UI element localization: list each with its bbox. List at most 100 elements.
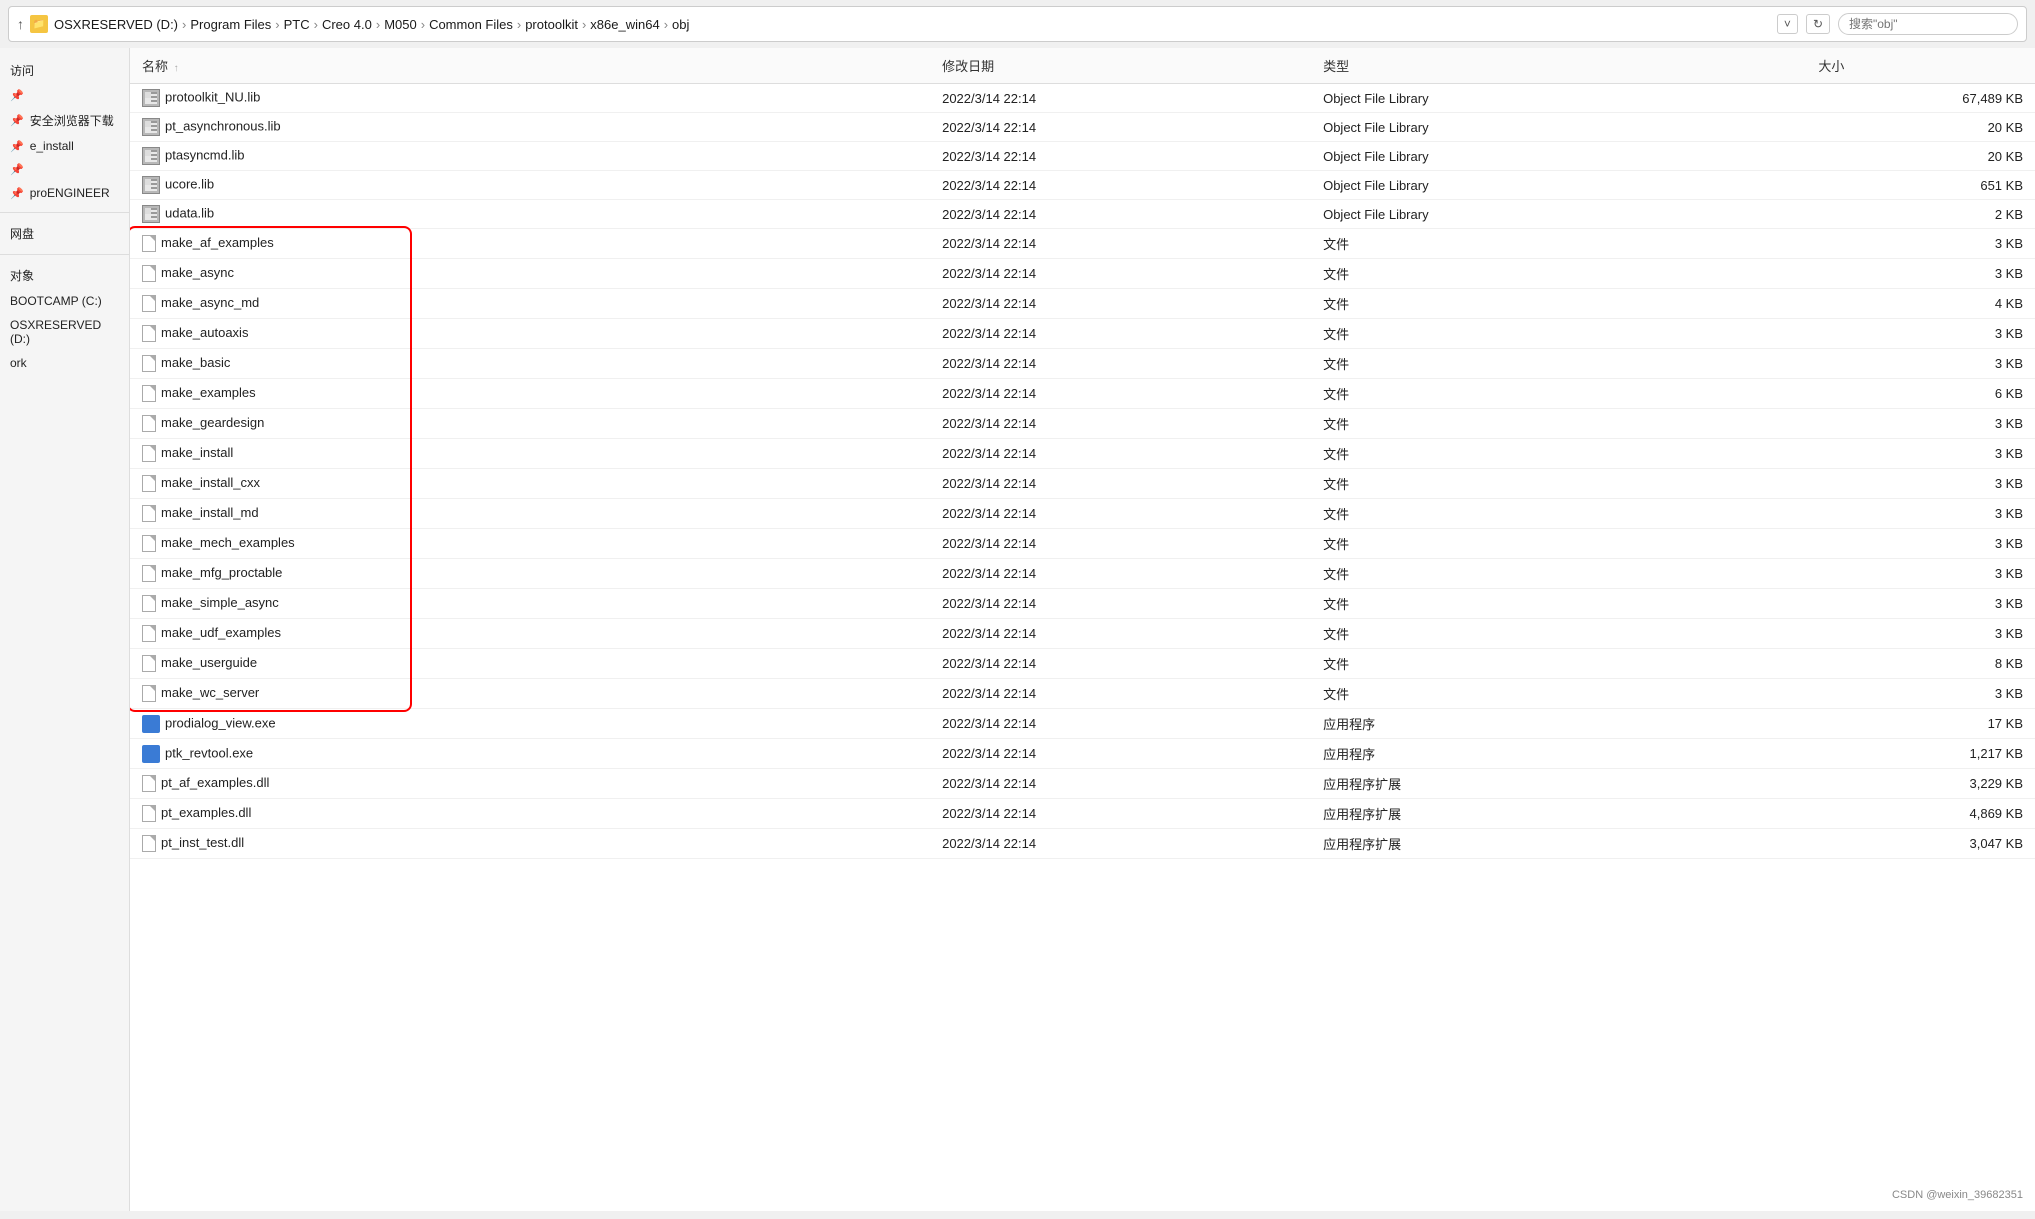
sidebar-item-pin2[interactable]: 📌 — [0, 159, 129, 180]
sidebar-item-object[interactable]: 对象 — [0, 263, 129, 288]
main-container: 访问 📌 📌 安全浏览器下载 📌 e_install 📌 📌 proENGINE… — [0, 48, 2035, 1211]
cell-type: 文件 — [1311, 409, 1806, 439]
table-row[interactable]: make_autoaxis2022/3/14 22:14文件3 KB — [130, 319, 2035, 349]
file-table: 名称 ↑ 修改日期 类型 大小 protoolkit_NU.lib2022/3/… — [130, 48, 2035, 859]
sidebar-item-access[interactable]: 访问 — [0, 58, 129, 83]
cell-date: 2022/3/14 22:14 — [930, 469, 1311, 499]
path-dropdown-button[interactable]: ˅ — [1777, 14, 1798, 34]
table-row[interactable]: make_install_cxx2022/3/14 22:14文件3 KB — [130, 469, 2035, 499]
table-row[interactable]: ptasyncmd.lib2022/3/14 22:14Object File … — [130, 142, 2035, 171]
cell-type: 文件 — [1311, 649, 1806, 679]
cell-type: 文件 — [1311, 379, 1806, 409]
filename-text: prodialog_view.exe — [165, 715, 276, 730]
filename-text: make_install_md — [161, 505, 259, 520]
table-row[interactable]: make_simple_async2022/3/14 22:14文件3 KB — [130, 589, 2035, 619]
address-bar: ↑ 📁 OSXRESERVED (D:) › Program Files › P… — [8, 6, 2027, 42]
sidebar-item-proengineer[interactable]: 📌 proENGINEER — [0, 182, 129, 204]
breadcrumb-ptc[interactable]: PTC — [284, 17, 310, 32]
cell-date: 2022/3/14 22:14 — [930, 439, 1311, 469]
cell-type: 文件 — [1311, 319, 1806, 349]
table-row[interactable]: pt_asynchronous.lib2022/3/14 22:14Object… — [130, 113, 2035, 142]
table-row[interactable]: ucore.lib2022/3/14 22:14Object File Libr… — [130, 171, 2035, 200]
refresh-button[interactable]: ↻ — [1806, 14, 1830, 34]
table-row[interactable]: make_mfg_proctable2022/3/14 22:14文件3 KB — [130, 559, 2035, 589]
filename-text: make_mfg_proctable — [161, 565, 282, 580]
table-row[interactable]: pt_af_examples.dll2022/3/14 22:14应用程序扩展3… — [130, 769, 2035, 799]
table-row[interactable]: make_wc_server2022/3/14 22:14文件3 KB — [130, 679, 2035, 709]
cell-size: 3 KB — [1806, 469, 2035, 499]
breadcrumb-common-files[interactable]: Common Files — [429, 17, 513, 32]
sidebar-separator — [0, 212, 129, 213]
col-header-date[interactable]: 修改日期 — [930, 48, 1311, 84]
lib-icon — [142, 176, 160, 194]
breadcrumb-x86e[interactable]: x86e_win64 — [590, 17, 659, 32]
cell-filename: make_mech_examples — [130, 529, 930, 559]
sidebar-label-proengineer: proENGINEER — [30, 186, 110, 200]
table-row[interactable]: make_geardesign2022/3/14 22:14文件3 KB — [130, 409, 2035, 439]
sidebar-item-osxreserved[interactable]: OSXRESERVED (D:) — [0, 314, 129, 350]
col-header-name[interactable]: 名称 ↑ — [130, 48, 930, 84]
pin-icon-5: 📌 — [10, 187, 24, 200]
table-row[interactable]: make_userguide2022/3/14 22:14文件8 KB — [130, 649, 2035, 679]
cell-date: 2022/3/14 22:14 — [930, 229, 1311, 259]
table-row[interactable]: make_install_md2022/3/14 22:14文件3 KB — [130, 499, 2035, 529]
cell-date: 2022/3/14 22:14 — [930, 739, 1311, 769]
sidebar-item-e-install[interactable]: 📌 e_install — [0, 135, 129, 157]
table-row[interactable]: make_mech_examples2022/3/14 22:14文件3 KB — [130, 529, 2035, 559]
table-row[interactable]: ptk_revtool.exe2022/3/14 22:14应用程序1,217 … — [130, 739, 2035, 769]
cell-date: 2022/3/14 22:14 — [930, 769, 1311, 799]
cell-date: 2022/3/14 22:14 — [930, 200, 1311, 229]
table-row[interactable]: make_udf_examples2022/3/14 22:14文件3 KB — [130, 619, 2035, 649]
sidebar-item-pin1[interactable]: 📌 — [0, 85, 129, 106]
sort-arrow-name: ↑ — [174, 63, 179, 74]
sidebar-item-netdisk[interactable]: 网盘 — [0, 221, 129, 246]
col-header-size[interactable]: 大小 — [1806, 48, 2035, 84]
table-body: protoolkit_NU.lib2022/3/14 22:14Object F… — [130, 84, 2035, 859]
cell-filename: prodialog_view.exe — [130, 709, 930, 739]
cell-size: 3 KB — [1806, 409, 2035, 439]
cell-filename: make_async_md — [130, 289, 930, 319]
table-row[interactable]: make_async2022/3/14 22:14文件3 KB — [130, 259, 2035, 289]
breadcrumb-drive[interactable]: OSXRESERVED (D:) — [54, 17, 178, 32]
up-arrow[interactable]: ↑ — [17, 16, 24, 32]
table-row[interactable]: make_install2022/3/14 22:14文件3 KB — [130, 439, 2035, 469]
sidebar-item-ork[interactable]: ork — [0, 352, 129, 374]
cell-size: 1,217 KB — [1806, 739, 2035, 769]
cell-size: 3 KB — [1806, 439, 2035, 469]
table-row[interactable]: pt_inst_test.dll2022/3/14 22:14应用程序扩展3,0… — [130, 829, 2035, 859]
breadcrumb-program-files[interactable]: Program Files — [190, 17, 271, 32]
table-row[interactable]: udata.lib2022/3/14 22:14Object File Libr… — [130, 200, 2035, 229]
cell-size: 2 KB — [1806, 200, 2035, 229]
sidebar-item-bootcamp[interactable]: BOOTCAMP (C:) — [0, 290, 129, 312]
cell-filename: make_autoaxis — [130, 319, 930, 349]
cell-type: 文件 — [1311, 469, 1806, 499]
breadcrumb-protoolkit[interactable]: protoolkit — [525, 17, 578, 32]
sidebar-item-browser-download[interactable]: 📌 安全浏览器下载 — [0, 108, 129, 133]
cell-size: 3 KB — [1806, 589, 2035, 619]
pin-icon-1: 📌 — [10, 89, 24, 102]
filename-text: make_af_examples — [161, 235, 274, 250]
cell-size: 651 KB — [1806, 171, 2035, 200]
filename-text: make_simple_async — [161, 595, 279, 610]
cell-date: 2022/3/14 22:14 — [930, 529, 1311, 559]
table-row[interactable]: make_examples2022/3/14 22:14文件6 KB — [130, 379, 2035, 409]
cell-size: 4 KB — [1806, 289, 2035, 319]
breadcrumb-obj[interactable]: obj — [672, 17, 689, 32]
table-row[interactable]: pt_examples.dll2022/3/14 22:14应用程序扩展4,86… — [130, 799, 2035, 829]
table-row[interactable]: prodialog_view.exe2022/3/14 22:14应用程序17 … — [130, 709, 2035, 739]
table-row[interactable]: protoolkit_NU.lib2022/3/14 22:14Object F… — [130, 84, 2035, 113]
cell-date: 2022/3/14 22:14 — [930, 113, 1311, 142]
search-input[interactable] — [1838, 13, 2018, 35]
breadcrumb-creo[interactable]: Creo 4.0 — [322, 17, 372, 32]
cell-filename: pt_asynchronous.lib — [130, 113, 930, 142]
cell-filename: make_wc_server — [130, 679, 930, 709]
breadcrumb-m050[interactable]: M050 — [384, 17, 417, 32]
col-header-type[interactable]: 类型 — [1311, 48, 1806, 84]
table-row[interactable]: make_async_md2022/3/14 22:14文件4 KB — [130, 289, 2035, 319]
filename-text: pt_asynchronous.lib — [165, 118, 281, 133]
lib-icon — [142, 118, 160, 136]
cell-type: 文件 — [1311, 289, 1806, 319]
table-row[interactable]: make_af_examples2022/3/14 22:14文件3 KB — [130, 229, 2035, 259]
cell-filename: make_examples — [130, 379, 930, 409]
table-row[interactable]: make_basic2022/3/14 22:14文件3 KB — [130, 349, 2035, 379]
